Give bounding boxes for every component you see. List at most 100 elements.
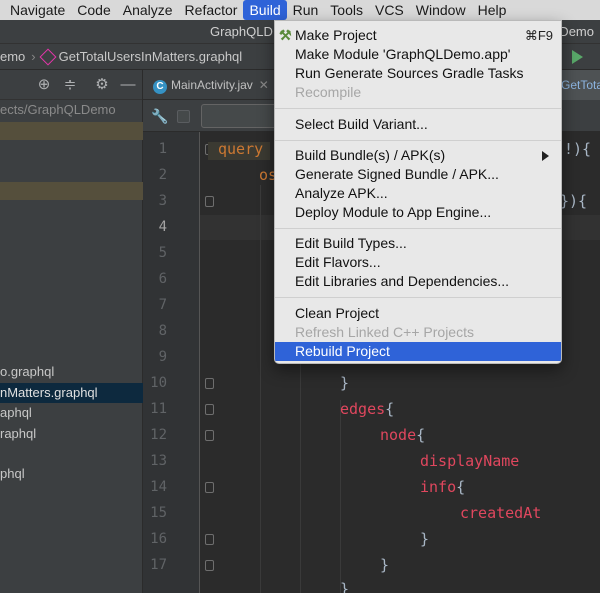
- menu-item-analyze-apk[interactable]: Analyze APK...: [275, 184, 561, 203]
- menu-item-build-bundle[interactable]: Build Bundle(s) / APK(s): [275, 146, 561, 165]
- menu-window[interactable]: Window: [410, 0, 472, 20]
- code-field: node: [380, 426, 417, 444]
- line-number: 7: [158, 297, 167, 313]
- menu-item-edit-flavors[interactable]: Edit Flavors...: [275, 253, 561, 272]
- menu-separator: [275, 108, 561, 109]
- code-keyword: query: [218, 140, 264, 158]
- code-field: edges: [340, 400, 386, 418]
- project-panel: ⊕ ≑ ⚙ — ects/GraphQLDemo o.graphql nMatt…: [0, 70, 143, 593]
- menu-item-recompile: Recompile: [295, 84, 362, 100]
- fold-marker-icon[interactable]: [205, 560, 214, 571]
- code-field: displayName: [420, 452, 520, 470]
- menu-separator: [275, 228, 561, 229]
- menu-item-edit-libraries[interactable]: Edit Libraries and Dependencies...: [275, 272, 561, 291]
- app-menu-bar: Navigate Code Analyze Refactor Build Run…: [0, 0, 600, 20]
- submenu-arrow-icon: [542, 151, 549, 161]
- close-icon[interactable]: ✕: [259, 78, 269, 92]
- line-number: 8: [158, 323, 167, 339]
- menu-analyze[interactable]: Analyze: [117, 0, 179, 20]
- code-token: }: [340, 580, 350, 593]
- collapse-all-icon[interactable]: ≑: [62, 77, 78, 93]
- class-file-icon: C: [153, 80, 167, 94]
- search-input[interactable]: [201, 104, 281, 128]
- menu-vcs[interactable]: VCS: [369, 0, 410, 20]
- tree-item[interactable]: o.graphql: [0, 362, 143, 382]
- window-title: GraphQLD: [210, 24, 273, 39]
- menu-build[interactable]: Build: [243, 0, 287, 20]
- fold-marker-icon[interactable]: [205, 404, 214, 415]
- menu-run[interactable]: Run: [287, 0, 325, 20]
- line-number: 9: [158, 349, 167, 365]
- menu-item-run-generate[interactable]: Run Generate Sources Gradle Tasks: [275, 64, 561, 83]
- code-token: }: [340, 374, 350, 392]
- locate-icon[interactable]: ⊕: [36, 77, 52, 93]
- line-number: 11: [150, 401, 167, 417]
- line-number: 3: [158, 193, 167, 209]
- breadcrumb-file[interactable]: GetTotalUsersInMatters.graphql: [59, 49, 243, 64]
- code-line: node{: [380, 426, 425, 444]
- fold-marker-icon[interactable]: [205, 430, 214, 441]
- tree-item[interactable]: aphql: [0, 403, 143, 423]
- editor-gutter: 1 2 3 4 5 6 7 8 9 10 11 12 13 14 15 16 1…: [143, 132, 214, 593]
- line-number: 16: [150, 531, 167, 547]
- code-token: {: [416, 426, 426, 444]
- highlight-row: [0, 122, 143, 140]
- hide-icon[interactable]: —: [120, 77, 136, 93]
- highlight-row: [0, 182, 143, 200]
- code-token: }: [380, 556, 390, 574]
- run-icon[interactable]: [572, 50, 583, 64]
- graphql-file-icon: [39, 48, 57, 65]
- menu-item-rebuild-project[interactable]: Rebuild Project: [275, 342, 561, 361]
- fold-marker-icon[interactable]: [205, 378, 214, 389]
- menu-help[interactable]: Help: [472, 0, 513, 20]
- menu-item-edit-build-types[interactable]: Edit Build Types...: [275, 234, 561, 253]
- menu-item-make-project[interactable]: ⚒ Make Project ⌘F9: [275, 26, 561, 45]
- line-number: 17: [150, 557, 167, 573]
- fold-marker-icon[interactable]: [205, 534, 214, 545]
- shortcut-label: ⌘F9: [524, 28, 553, 43]
- wrench-icon[interactable]: 🔧: [151, 108, 168, 125]
- menu-tools[interactable]: Tools: [324, 0, 369, 20]
- menu-item-label: Make Project: [295, 27, 377, 43]
- line-number: 13: [150, 453, 167, 469]
- code-token: {: [456, 478, 466, 496]
- tab-mainactivity[interactable]: C MainActivity.jav ✕: [153, 70, 269, 100]
- menu-item-refresh-linked: Refresh Linked C++ Projects: [295, 324, 474, 340]
- tree-item-selected[interactable]: nMatters.graphql: [0, 383, 143, 403]
- menu-separator: [275, 297, 561, 298]
- line-number: 12: [150, 427, 167, 443]
- fold-marker-icon[interactable]: [205, 482, 214, 493]
- gear-icon[interactable]: ⚙: [94, 77, 110, 93]
- line-number: 10: [150, 375, 167, 391]
- menu-navigate[interactable]: Navigate: [4, 0, 71, 20]
- breadcrumb-separator-icon: ›: [31, 49, 36, 64]
- menu-refactor[interactable]: Refactor: [179, 0, 244, 20]
- tree-item[interactable]: raphql: [0, 424, 143, 444]
- build-menu: ⚒ Make Project ⌘F9 Make Module 'GraphQLDem…: [274, 20, 562, 364]
- line-number: 6: [158, 271, 167, 287]
- menu-item-label: Build Bundle(s) / APK(s): [295, 147, 446, 163]
- line-number: 4: [158, 219, 167, 235]
- indent-guide: [260, 185, 261, 593]
- code-field: info: [420, 478, 457, 496]
- code-line: edges{: [340, 400, 394, 418]
- menu-item-make-module[interactable]: Make Module 'GraphQLDemo.app': [275, 45, 561, 64]
- menu-separator: [275, 140, 561, 141]
- menu-item-clean-project[interactable]: Clean Project: [275, 304, 561, 323]
- breadcrumb-project[interactable]: emo: [0, 49, 25, 64]
- fold-marker-icon[interactable]: [205, 196, 214, 207]
- code-line: info{: [420, 478, 465, 496]
- line-number: 1: [158, 141, 167, 157]
- tab-label: MainActivity.jav: [171, 78, 253, 92]
- line-number: 15: [150, 505, 167, 521]
- checkbox[interactable]: [177, 110, 190, 123]
- code-token: }: [420, 530, 430, 548]
- tree-item[interactable]: phql: [0, 464, 143, 484]
- menu-item-select-variant[interactable]: Select Build Variant...: [275, 115, 561, 134]
- menu-item-generate-signed[interactable]: Generate Signed Bundle / APK...: [275, 165, 561, 184]
- code-token: {: [385, 400, 395, 418]
- hammer-icon: ⚒: [279, 27, 292, 43]
- code-field: createdAt: [460, 504, 542, 522]
- menu-item-deploy-module[interactable]: Deploy Module to App Engine...: [275, 203, 561, 222]
- menu-code[interactable]: Code: [71, 0, 116, 20]
